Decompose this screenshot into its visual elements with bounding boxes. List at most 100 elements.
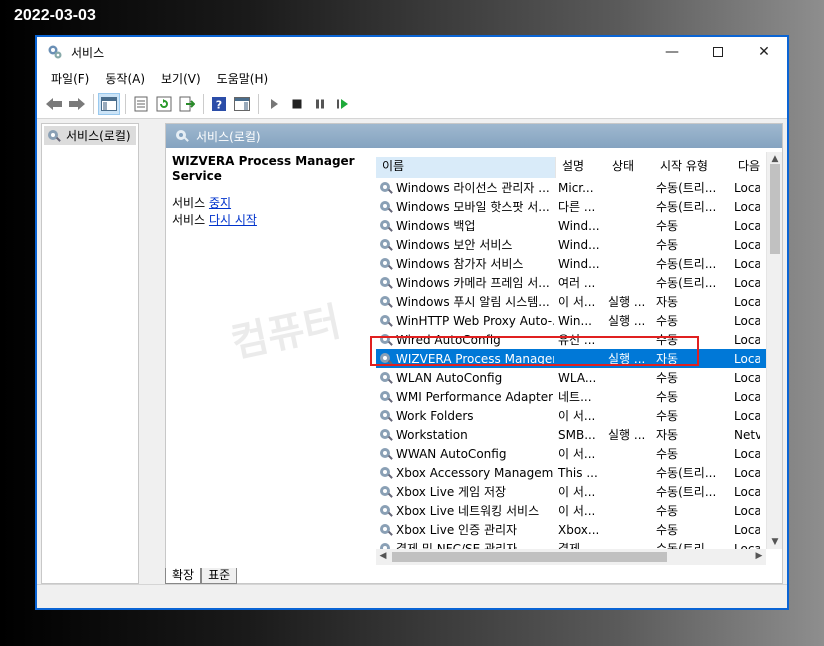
service-row[interactable]: Windows 카메라 프레임 서... 여러 ... 수동(트리... Loca <box>376 273 766 292</box>
service-name-cell: WMI Performance Adapter <box>376 389 554 405</box>
show-action-pane-button[interactable] <box>231 93 253 115</box>
service-logon: Loca <box>734 389 760 404</box>
service-gear-icon <box>380 428 393 441</box>
service-status: 실행 ... <box>608 428 646 442</box>
service-row[interactable]: WWAN AutoConfig 이 서... 수동 Loca <box>376 444 766 463</box>
tree-item-services-local[interactable]: 서비스(로컬) <box>44 126 136 145</box>
service-row[interactable]: Xbox Accessory Managem... This ... 수동(트리..… <box>376 463 766 482</box>
service-name-cell: Xbox Accessory Managem... <box>376 465 554 481</box>
service-row[interactable]: Windows 보안 서비스 Wind... 수동 Loca <box>376 235 766 254</box>
service-name: WWAN AutoConfig <box>396 446 507 461</box>
service-name: Xbox Accessory Managem... <box>396 465 554 480</box>
service-logon: Loca <box>734 332 760 347</box>
service-name: WIZVERA Process Manager... <box>396 351 554 366</box>
show-tree-button[interactable] <box>98 92 120 115</box>
service-gear-icon <box>380 466 393 479</box>
maximize-icon <box>713 47 723 57</box>
menu-bar: 파일(F) 동작(A) 보기(V) 도움말(H) <box>37 67 787 89</box>
restart-service-button[interactable] <box>332 93 354 115</box>
scroll-right-icon[interactable]: ▶ <box>754 551 764 561</box>
service-row[interactable]: Xbox Live 인증 관리자 Xbox... 수동 Loca <box>376 520 766 539</box>
service-gear-icon <box>380 504 393 517</box>
column-header-status[interactable]: 상태 <box>606 157 654 178</box>
properties-icon <box>134 96 148 111</box>
start-service-button[interactable] <box>263 93 285 115</box>
service-description: 이 서... <box>558 485 596 499</box>
service-row[interactable]: Windows 모바일 핫스팟 서... 다른 ... 수동(트리... Loca <box>376 197 766 216</box>
service-row[interactable]: WLAN AutoConfig WLA... 수동 Loca <box>376 368 766 387</box>
service-row[interactable]: WMI Performance Adapter 네트... 수동 Loca <box>376 387 766 406</box>
service-row[interactable]: WinHTTP Web Proxy Auto-... Win... 실행 ... 수동… <box>376 311 766 330</box>
service-startup-type: 수동 <box>656 409 679 423</box>
close-button[interactable]: ✕ <box>741 37 787 67</box>
service-description: 이 서... <box>558 447 596 461</box>
minimize-icon: — <box>665 44 679 60</box>
refresh-button[interactable] <box>153 93 175 115</box>
scroll-down-icon[interactable]: ▼ <box>767 537 782 547</box>
service-name: Windows 푸시 알림 시스템... <box>396 295 550 309</box>
restart-service-link[interactable]: 다시 시작 <box>209 213 257 227</box>
service-row[interactable]: Windows 라이선스 관리자 ... Micr... 수동(트리... Loca <box>376 178 766 197</box>
service-logon: Loca <box>734 522 760 537</box>
tab-extended[interactable]: 확장 <box>165 568 202 584</box>
properties-button[interactable] <box>130 93 152 115</box>
console-tree-icon <box>101 96 117 111</box>
service-row[interactable]: WIZVERA Process Manager... 실행 ... 자동 Loca <box>376 349 766 368</box>
service-startup-type: 수동 <box>656 219 679 233</box>
scroll-left-icon[interactable]: ◀ <box>378 551 388 561</box>
stop-service-link[interactable]: 중지 <box>209 196 231 210</box>
service-row[interactable]: Wired AutoConfig 유선 ... 수동 Loca <box>376 330 766 349</box>
service-gear-icon <box>380 542 390 549</box>
service-description: This ... <box>558 465 598 480</box>
service-name: Windows 보안 서비스 <box>396 238 513 252</box>
service-gear-icon <box>380 200 393 213</box>
stop-service-button[interactable] <box>286 93 308 115</box>
help-button[interactable]: ? <box>208 93 230 115</box>
service-gear-icon <box>380 257 393 270</box>
menu-help[interactable]: 도움말(H) <box>209 70 277 87</box>
service-status: 실행 ... <box>608 295 646 309</box>
maximize-button[interactable] <box>695 37 741 67</box>
sort-ascending-icon: ⌃ <box>460 157 468 162</box>
service-gear-icon <box>380 333 393 346</box>
pause-icon <box>316 99 324 108</box>
menu-view[interactable]: 보기(V) <box>153 70 209 87</box>
menu-file[interactable]: 파일(F) <box>43 70 97 87</box>
column-header-name[interactable]: ⌃이름 <box>376 157 556 178</box>
service-row[interactable]: Xbox Live 게임 저장 이 서... 수동(트리... Loca <box>376 482 766 501</box>
horizontal-scroll-thumb[interactable] <box>392 552 667 562</box>
service-startup-type: 수동 <box>656 371 679 385</box>
horizontal-scrollbar[interactable]: ◀ ▶ <box>376 549 766 565</box>
service-gear-icon <box>380 447 393 460</box>
tab-standard[interactable]: 표준 <box>201 568 238 584</box>
menu-action[interactable]: 동작(A) <box>97 70 153 87</box>
service-row[interactable]: Windows 백업 Wind... 수동 Loca <box>376 216 766 235</box>
service-name-cell: Work Folders <box>376 408 554 424</box>
forward-button[interactable] <box>66 93 88 115</box>
pause-service-button[interactable] <box>309 93 331 115</box>
service-logon: Loca <box>734 294 760 309</box>
column-header-logon[interactable]: 다음 <box>732 157 762 178</box>
vertical-scrollbar[interactable]: ▲ ▼ <box>766 152 782 549</box>
title-bar[interactable]: 서비스 — ✕ <box>37 37 787 67</box>
vertical-scroll-thumb[interactable] <box>770 164 780 254</box>
back-button[interactable] <box>43 93 65 115</box>
service-status: 실행 ... <box>608 352 646 366</box>
service-name-cell: Windows 참가자 서비스 <box>376 255 554 272</box>
service-row[interactable]: Work Folders 이 서... 수동 Loca <box>376 406 766 425</box>
service-name-cell: WIZVERA Process Manager... <box>376 351 554 367</box>
column-header-description[interactable]: 설명 <box>556 157 606 178</box>
service-logon: Loca <box>734 256 760 271</box>
scroll-up-icon[interactable]: ▲ <box>767 154 782 164</box>
column-header-startup-type[interactable]: 시작 유형 <box>654 157 732 178</box>
service-row[interactable]: Windows 푸시 알림 시스템... 이 서... 실행 ... 자동 Loca <box>376 292 766 311</box>
client-area: 서비스(로컬) 서비스(로컬) WIZVERA Process Manager … <box>37 119 787 584</box>
export-list-button[interactable] <box>176 93 198 115</box>
service-row[interactable]: Xbox Live 네트워킹 서비스 이 서... 수동 Loca <box>376 501 766 520</box>
service-row[interactable]: 결제 및 NFC/SE 관리자 결제 ... 수동(트리... Loca <box>376 539 766 549</box>
service-name-cell: WinHTTP Web Proxy Auto-... <box>376 313 554 329</box>
service-row[interactable]: Workstation SMB... 실행 ... 자동 Netv <box>376 425 766 444</box>
service-logon: Loca <box>734 541 760 550</box>
minimize-button[interactable]: — <box>649 37 695 67</box>
service-row[interactable]: Windows 참가자 서비스 Wind... 수동(트리... Loca <box>376 254 766 273</box>
